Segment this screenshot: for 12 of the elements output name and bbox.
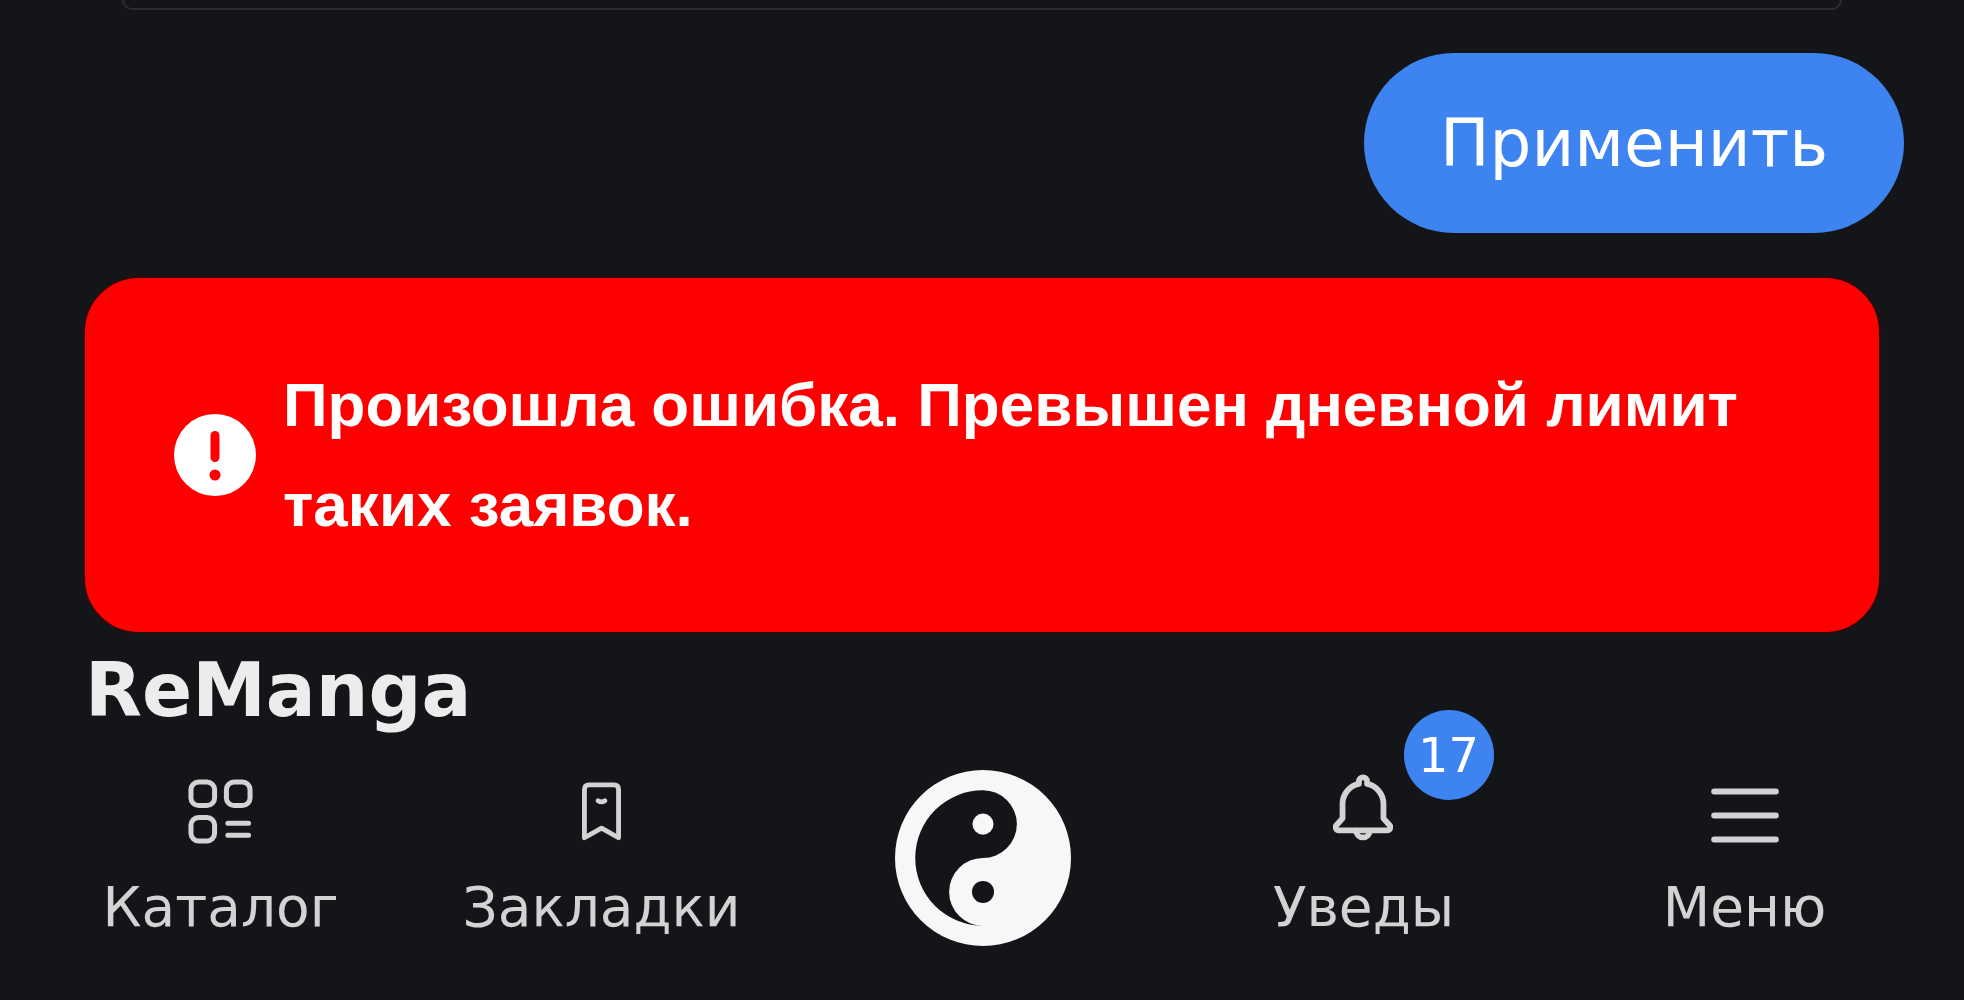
grid-icon [188, 779, 253, 844]
apply-button[interactable]: Применить [1364, 53, 1904, 233]
logo-button[interactable] [894, 770, 1071, 946]
error-message: Произошла ошибка. Превышен дневной лимит таких заявок. [283, 369, 1739, 541]
menu-tab[interactable]: Меню [1662, 776, 1827, 941]
catalog-tab[interactable]: Каталог [102, 776, 339, 941]
bookmarks-tab[interactable]: Закладки [462, 776, 741, 941]
exclamation-icon [174, 414, 256, 496]
notification-count-badge: 17 [1403, 710, 1494, 800]
app-title: ReManga [85, 646, 472, 734]
yin-yang-icon [894, 770, 1071, 946]
menu-icon [1709, 787, 1780, 844]
